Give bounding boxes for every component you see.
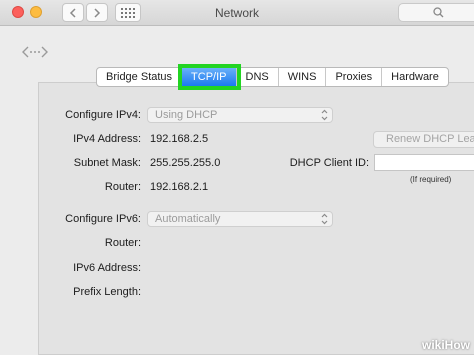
back-to-network-button[interactable]	[22, 44, 48, 65]
subnet-mask-value: 255.255.255.0	[150, 157, 221, 169]
ipv4-address-label: IPv4 Address:	[73, 133, 141, 145]
wikihow-watermark: wikiHow	[421, 338, 470, 352]
configure-ipv4-select[interactable]: Using DHCP	[147, 107, 333, 123]
ipv4-router-label: Router:	[104, 181, 141, 193]
configure-ipv6-label: Configure IPv6:	[65, 213, 141, 225]
ipv6-router-label: Router:	[104, 237, 141, 249]
updown-chevron-icon	[321, 213, 328, 225]
dhcp-client-id-hint: (If required)	[410, 175, 452, 184]
tab-bar: Bridge Status TCP/IP DNS WINS Proxies Ha…	[96, 64, 449, 90]
ipv4-router-value: 192.168.2.1	[150, 181, 209, 193]
search-icon	[433, 7, 444, 18]
configure-ipv4-label: Configure IPv4:	[65, 109, 141, 121]
ipv6-address-label: IPv6 Address:	[73, 262, 141, 274]
subnet-mask-label: Subnet Mask:	[73, 157, 141, 169]
ipv4-address-value: 192.168.2.5	[150, 133, 209, 145]
tab-dns[interactable]: DNS	[237, 68, 279, 86]
network-arrows-icon	[22, 46, 48, 58]
tab-wins[interactable]: WINS	[279, 68, 327, 86]
tab-bridge-status[interactable]: Bridge Status	[97, 68, 183, 86]
search-field[interactable]	[398, 3, 474, 22]
tab-hardware[interactable]: Hardware	[382, 68, 448, 86]
configure-ipv6-value: Automatically	[155, 213, 221, 225]
dhcp-client-id-label: DHCP Client ID:	[289, 157, 369, 169]
configure-ipv4-value: Using DHCP	[155, 109, 218, 121]
tab-tcp-ip[interactable]: TCP/IP	[178, 64, 241, 90]
dhcp-client-id-field[interactable]	[374, 154, 474, 171]
tab-proxies[interactable]: Proxies	[326, 68, 383, 86]
renew-dhcp-lease-button[interactable]: Renew DHCP Lease	[373, 131, 474, 148]
updown-chevron-icon	[321, 109, 328, 121]
title-bar: Network	[0, 0, 474, 26]
configure-ipv6-select[interactable]: Automatically	[147, 211, 333, 227]
prefix-length-label: Prefix Length:	[73, 286, 141, 298]
